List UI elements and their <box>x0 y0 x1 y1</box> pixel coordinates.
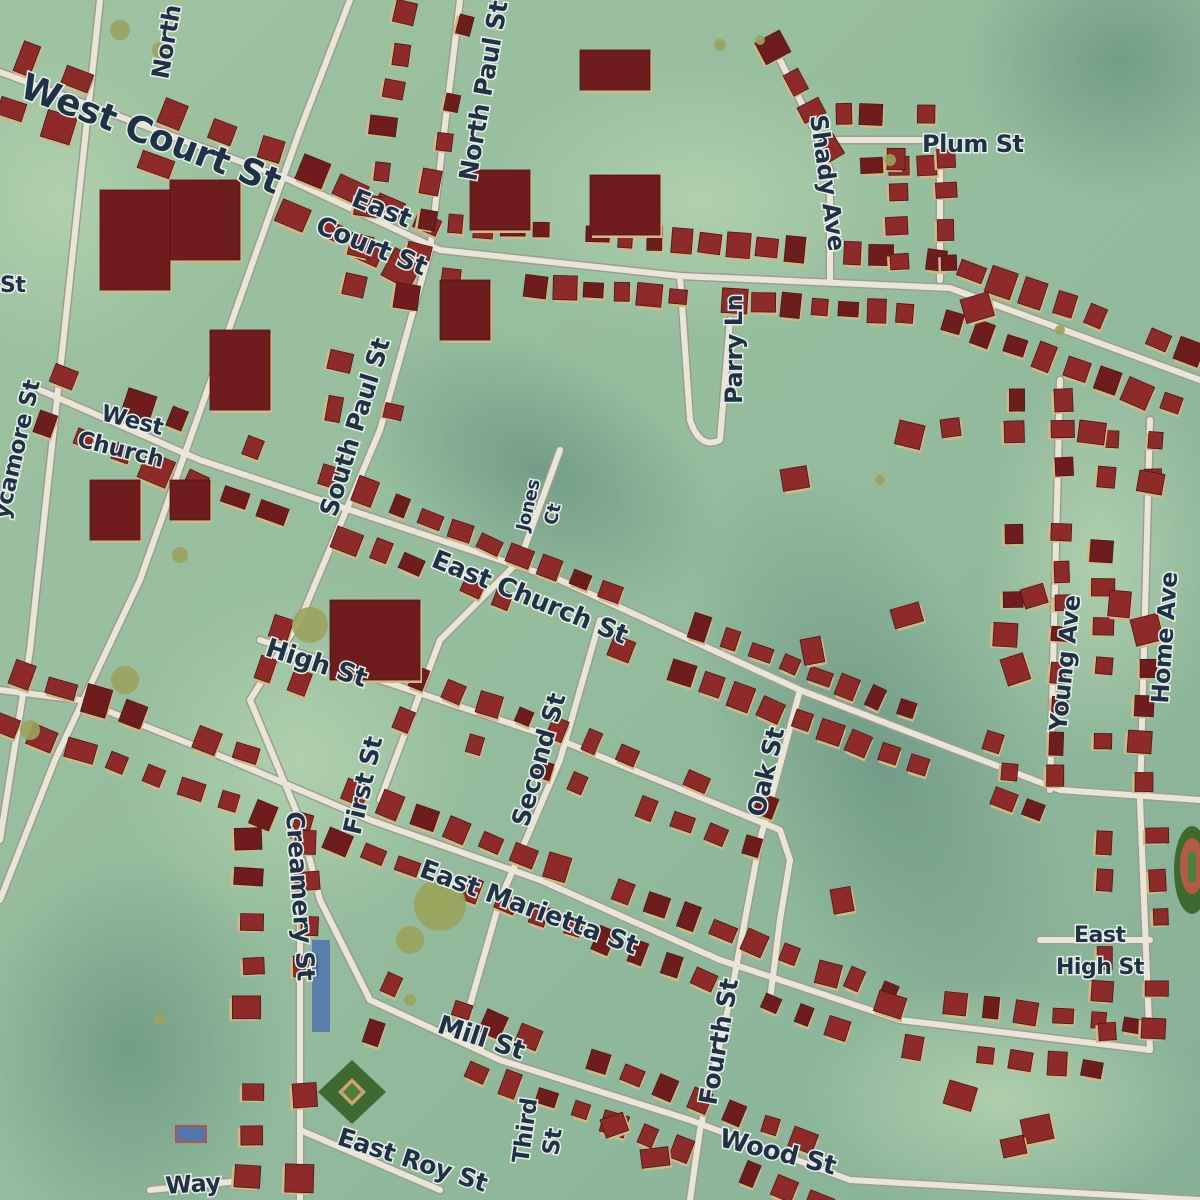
label-parry-ln: Parry Ln <box>720 295 748 404</box>
map-view[interactable]: West Court St East Court St North Paul S… <box>0 0 1200 1200</box>
label-way: Way <box>164 1168 222 1200</box>
label-plum-st: Plum St <box>922 130 1024 158</box>
label-st-left: St <box>0 273 26 298</box>
label-east-high-st-2: High St <box>1056 955 1145 980</box>
court <box>175 1125 207 1143</box>
label-third-st-2: St <box>538 1126 568 1156</box>
map-canvas: West Court St East Court St North Paul S… <box>0 0 1200 1200</box>
label-east-high-st-1: East <box>1074 923 1126 948</box>
